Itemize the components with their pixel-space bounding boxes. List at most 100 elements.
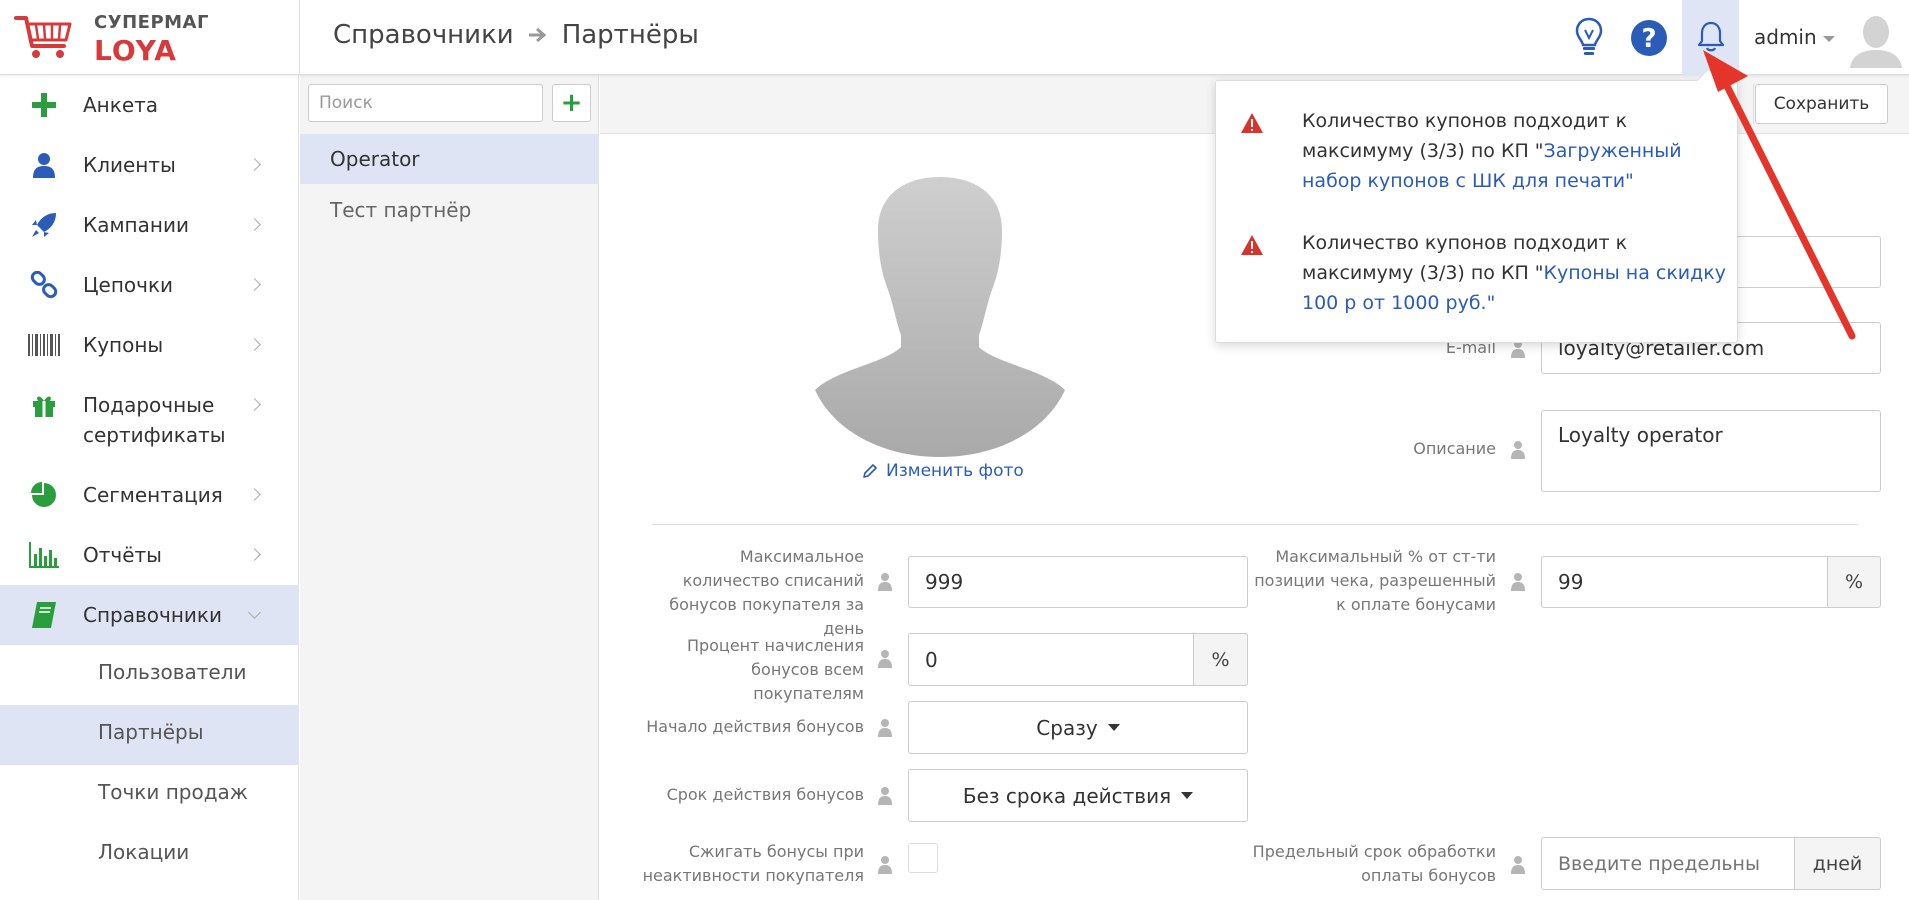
caret-down-icon bbox=[1822, 35, 1835, 42]
lock-icon bbox=[878, 719, 892, 737]
sidebar-item-chains[interactable]: Цепочки bbox=[0, 255, 299, 315]
notifications-button[interactable] bbox=[1682, 0, 1739, 75]
brand-name-top: СУПЕРМАГ bbox=[94, 12, 209, 33]
notification-suffix: " bbox=[1486, 292, 1496, 314]
book-icon bbox=[27, 600, 61, 630]
accrual-percent-label: Процент начисления бонусов всем покупате… bbox=[686, 636, 864, 703]
help-icon[interactable]: ? bbox=[1630, 19, 1668, 57]
list-item-test-partner[interactable]: Тест партнёр bbox=[300, 185, 599, 235]
save-button[interactable]: Сохранить bbox=[1755, 84, 1888, 124]
chevron-right-icon bbox=[248, 338, 261, 351]
sidebar-subitem-label: Пользователи bbox=[98, 660, 247, 684]
pencil-icon bbox=[863, 464, 877, 478]
arrow-right-icon bbox=[528, 27, 546, 43]
payment-deadline-label: Предельный срок обработки оплаты бонусов bbox=[1252, 842, 1496, 885]
lock-icon bbox=[878, 650, 892, 668]
sidebar-item-coupons[interactable]: Купоны bbox=[0, 315, 299, 375]
bonus-start-dropdown[interactable]: Сразу bbox=[908, 701, 1248, 754]
percent-addon: % bbox=[1827, 556, 1881, 608]
search-input[interactable] bbox=[308, 84, 543, 122]
chain-icon bbox=[27, 270, 61, 300]
sidebar-item-label: Кампании bbox=[83, 213, 189, 237]
burn-bonuses-checkbox[interactable] bbox=[908, 843, 938, 873]
sidebar-item-gift-certificates[interactable]: Подарочные сертификаты bbox=[0, 375, 299, 465]
avatar[interactable] bbox=[1848, 10, 1904, 68]
max-percent-label: Максимальный % от ст-ти позиции чека, ра… bbox=[1254, 547, 1496, 614]
warning-icon bbox=[1241, 113, 1263, 133]
cart-icon bbox=[14, 16, 72, 58]
description-label: Описание bbox=[1413, 439, 1496, 458]
warning-icon bbox=[1241, 235, 1263, 255]
chevron-right-icon bbox=[248, 218, 261, 231]
lock-icon bbox=[1511, 573, 1525, 591]
partner-list-panel: + Operator Тест партнёр bbox=[300, 75, 599, 900]
bar-chart-icon bbox=[27, 540, 61, 570]
bonus-start-label: Начало действия бонусов bbox=[646, 717, 864, 736]
sidebar-subitem-locations[interactable]: Локации bbox=[0, 825, 299, 885]
breadcrumb: Справочники Партнёры bbox=[333, 20, 699, 50]
notification-suffix: " bbox=[1625, 170, 1634, 192]
user-icon bbox=[27, 150, 61, 180]
add-partner-button[interactable]: + bbox=[552, 84, 591, 122]
accrual-percent-field[interactable]: 0 bbox=[908, 633, 1194, 686]
bonus-term-label: Срок действия бонусов bbox=[666, 785, 864, 804]
breadcrumb-item-partners: Партнёры bbox=[561, 20, 699, 50]
sidebar-item-directories[interactable]: Справочники bbox=[0, 585, 299, 645]
notification-text: Количество купонов подходит к максимуму … bbox=[1302, 228, 1732, 318]
sidebar-item-label: Цепочки bbox=[83, 273, 174, 297]
breadcrumb-item-directories[interactable]: Справочники bbox=[333, 20, 514, 50]
description-field[interactable]: Loyalty operator bbox=[1541, 410, 1881, 492]
change-photo-link[interactable]: Изменить фото bbox=[862, 461, 1024, 481]
sidebar-item-label: Подарочные сертификаты bbox=[83, 393, 226, 447]
gift-icon bbox=[27, 390, 61, 420]
barcode-icon bbox=[27, 330, 61, 360]
pie-icon bbox=[27, 480, 61, 510]
max-writeoffs-label: Максимальное количество списаний бонусов… bbox=[669, 547, 864, 638]
top-header: СУПЕРМАГ LOYA Справочники Партнёры ? adm… bbox=[0, 0, 1909, 75]
sidebar-subitem-users[interactable]: Пользователи bbox=[0, 645, 299, 705]
chevron-right-icon bbox=[248, 278, 261, 291]
avatar-placeholder bbox=[815, 177, 1065, 457]
caret-down-icon bbox=[1181, 792, 1194, 799]
bonus-start-value: Сразу bbox=[1036, 715, 1098, 740]
lightbulb-icon[interactable] bbox=[1574, 16, 1604, 58]
burn-bonuses-label: Сжигать бонусы при неактивности покупате… bbox=[642, 842, 864, 885]
chevron-right-icon bbox=[248, 488, 261, 501]
max-writeoffs-field[interactable]: 999 bbox=[908, 556, 1248, 608]
payment-deadline-field[interactable] bbox=[1541, 837, 1795, 890]
bell-icon bbox=[1697, 21, 1725, 52]
max-percent-field[interactable]: 99 bbox=[1541, 556, 1828, 608]
sidebar-item-questionnaire[interactable]: Анкета bbox=[0, 75, 299, 135]
sidebar-item-label: Купоны bbox=[83, 333, 164, 357]
lock-icon bbox=[1511, 856, 1525, 874]
sidebar-subitem-label: Локации bbox=[98, 840, 190, 864]
sidebar-item-label: Справочники bbox=[83, 603, 222, 627]
sidebar-subitem-partners[interactable]: Партнёры bbox=[0, 705, 299, 765]
sidebar-item-label: Анкета bbox=[83, 93, 159, 117]
sidebar-subitem-label: Точки продаж bbox=[98, 780, 248, 804]
sidebar-subitem-points-of-sale[interactable]: Точки продаж bbox=[0, 765, 299, 825]
caret-down-icon bbox=[1107, 724, 1120, 731]
sidebar-item-reports[interactable]: Отчёты bbox=[0, 525, 299, 585]
user-name: admin bbox=[1754, 25, 1817, 49]
bonus-term-value: Без срока действия bbox=[962, 783, 1172, 808]
sidebar-item-segmentation[interactable]: Сегментация bbox=[0, 465, 299, 525]
sidebar-item-clients[interactable]: Клиенты bbox=[0, 135, 299, 195]
lock-icon bbox=[878, 856, 892, 874]
sidebar-item-label: Сегментация bbox=[83, 483, 223, 507]
sidebar: Анкета Клиенты Кампании Цепочки Купоны П bbox=[0, 75, 299, 900]
rocket-icon bbox=[27, 210, 61, 240]
percent-addon: % bbox=[1193, 633, 1248, 686]
notifications-popup: Количество купонов подходит к максимуму … bbox=[1215, 80, 1738, 343]
logo[interactable]: СУПЕРМАГ LOYA bbox=[0, 0, 300, 75]
plus-icon bbox=[27, 90, 61, 120]
list-item-operator[interactable]: Operator bbox=[300, 134, 599, 184]
chevron-right-icon bbox=[248, 548, 261, 561]
bonus-term-dropdown[interactable]: Без срока действия bbox=[908, 769, 1248, 822]
lock-icon bbox=[1511, 441, 1525, 459]
notification-text: Количество купонов подходит к максимуму … bbox=[1302, 106, 1732, 196]
change-photo-label: Изменить фото bbox=[886, 461, 1024, 481]
user-menu[interactable]: admin bbox=[1754, 25, 1835, 49]
sidebar-item-label: Отчёты bbox=[83, 543, 162, 567]
sidebar-item-campaigns[interactable]: Кампании bbox=[0, 195, 299, 255]
